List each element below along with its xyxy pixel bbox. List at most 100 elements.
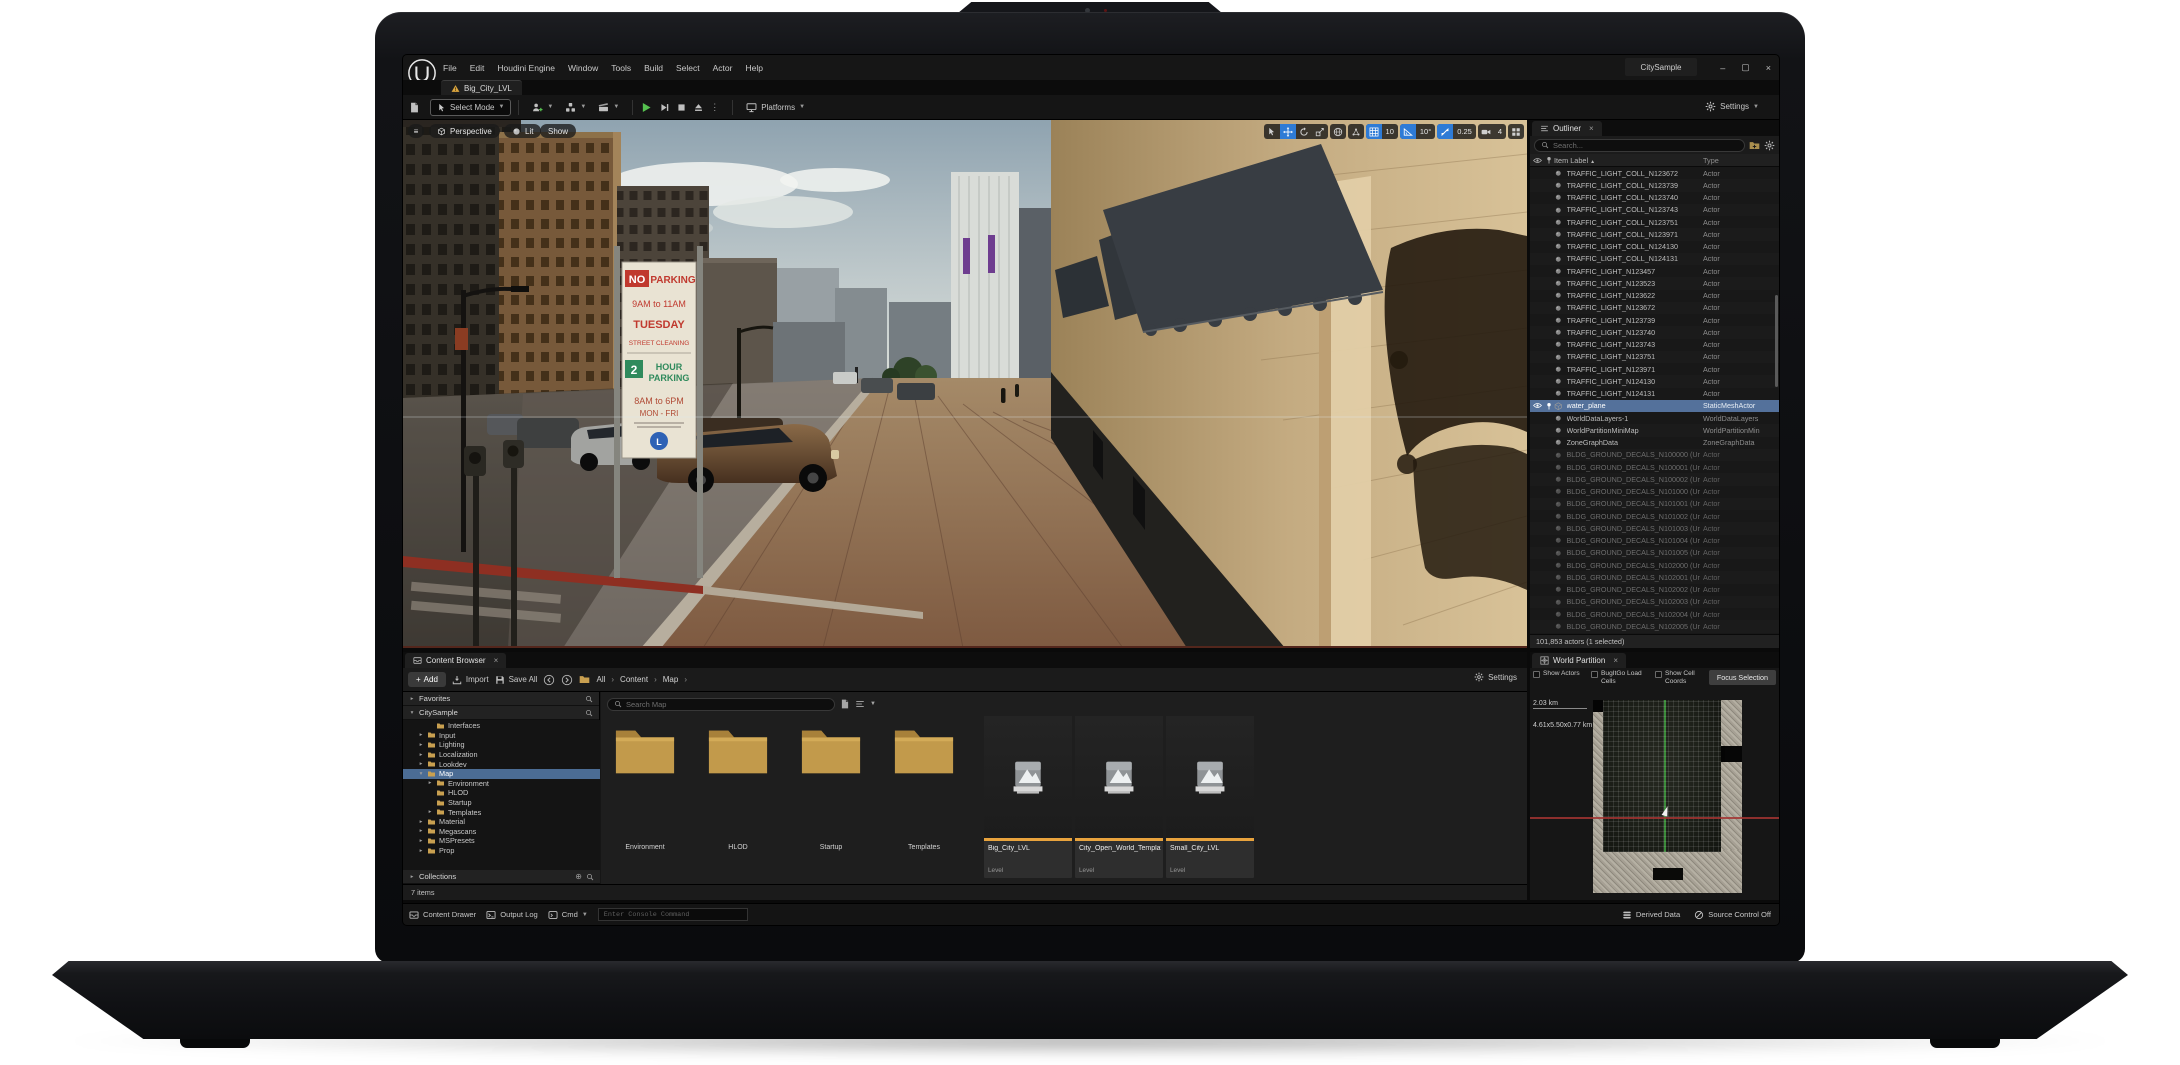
checkbox-show-cell-coords[interactable]: Show Cell Coords xyxy=(1655,670,1717,685)
camera-speed-button[interactable] xyxy=(1478,124,1494,139)
outliner-row-bldg-ground-decals-n101004-ur[interactable]: BLDG_GROUND_DECALS_N101004 (Ur Actor xyxy=(1530,535,1779,547)
tree-item-prop[interactable]: ▸ Prop xyxy=(403,846,600,856)
outliner-row-bldg-ground-decals-n102001-ur[interactable]: BLDG_GROUND_DECALS_N102001 (Ur Actor xyxy=(1530,571,1779,584)
outliner-row-traffic-light-coll-n123739[interactable]: TRAFFIC_LIGHT_COLL_N123739 Actor xyxy=(1530,179,1779,192)
menu-tools[interactable]: Tools xyxy=(611,63,631,73)
grid-snap-value[interactable]: 10 xyxy=(1382,127,1398,136)
tree-item-lighting[interactable]: ▸ Lighting xyxy=(403,740,600,750)
outliner-search-input[interactable]: Search... xyxy=(1534,138,1745,152)
outliner-row-worldpartitionminimap[interactable]: WorldPartitionMiniMap WorldPartitionMin xyxy=(1530,424,1779,437)
derived-data-button[interactable]: Derived Data xyxy=(1622,910,1680,920)
surface-snap-toggle[interactable] xyxy=(1348,124,1364,139)
menu-select[interactable]: Select xyxy=(676,63,700,73)
menu-build[interactable]: Build xyxy=(644,63,663,73)
close-icon[interactable]: × xyxy=(494,656,499,665)
expand-arrow-icon[interactable]: ▸ xyxy=(418,819,424,825)
tree-item-hlod[interactable]: HLOD xyxy=(403,788,600,798)
outliner-row-traffic-light-n124131[interactable]: TRAFFIC_LIGHT_N124131 Actor xyxy=(1530,388,1779,400)
outliner-row-traffic-light-n123739[interactable]: TRAFFIC_LIGHT_N123739 Actor xyxy=(1530,314,1779,326)
outliner-row-traffic-light-coll-n124130[interactable]: TRAFFIC_LIGHT_COLL_N124130 Actor xyxy=(1530,241,1779,253)
menu-help[interactable]: Help xyxy=(745,63,762,73)
cmd-dropdown[interactable]: Cmd ▼ xyxy=(548,910,588,920)
menu-actor[interactable]: Actor xyxy=(713,63,733,73)
viewport-layout-button[interactable] xyxy=(1508,124,1524,139)
eye-icon[interactable] xyxy=(1533,156,1542,165)
add-collection-icon[interactable]: ⊕ xyxy=(575,872,582,881)
outliner-row-traffic-light-n124130[interactable]: TRAFFIC_LIGHT_N124130 Actor xyxy=(1530,375,1779,388)
scale-snap-toggle[interactable] xyxy=(1437,124,1454,139)
outliner-row-traffic-light-coll-n124131[interactable]: TRAFFIC_LIGHT_COLL_N124131 Actor xyxy=(1530,252,1779,265)
outliner-row-worlddatalayers-1[interactable]: WorldDataLayers-1 WorldDataLayers xyxy=(1530,412,1779,424)
move-tool[interactable] xyxy=(1279,124,1296,139)
expand-arrow-icon[interactable]: ▸ xyxy=(418,742,424,748)
stop-button[interactable] xyxy=(676,102,687,113)
add-button[interactable]: + Add xyxy=(408,672,446,687)
outliner-row-bldg-ground-decals-n100001-ur[interactable]: BLDG_GROUND_DECALS_N100001 (Ur Actor xyxy=(1530,461,1779,473)
breadcrumb-map[interactable]: Map xyxy=(663,675,679,684)
outliner-row-bldg-ground-decals-n100000-ur[interactable]: BLDG_GROUND_DECALS_N100000 (Ur Actor xyxy=(1530,448,1779,461)
outliner-row-traffic-light-n123740[interactable]: TRAFFIC_LIGHT_N123740 Actor xyxy=(1530,326,1779,339)
tree-item-input[interactable]: ▸ Input xyxy=(403,731,600,741)
tree-item-mspresets[interactable]: ▸ MSPresets xyxy=(403,836,600,846)
console-command-input[interactable]: Enter Console Command xyxy=(597,908,748,921)
close-icon[interactable]: × xyxy=(1613,656,1618,665)
outliner-row-zonegraphdata[interactable]: ZoneGraphData ZoneGraphData xyxy=(1530,437,1779,449)
search-icon[interactable] xyxy=(586,873,594,881)
outliner-row-bldg-ground-decals-n102003-ur[interactable]: BLDG_GROUND_DECALS_N102003 (Ur Actor xyxy=(1530,595,1779,608)
minimize-icon[interactable]: – xyxy=(1720,63,1725,73)
save-search-icon[interactable] xyxy=(840,699,850,709)
outliner-row-bldg-ground-decals-n100002-ur[interactable]: BLDG_GROUND_DECALS_N100002 (Ur Actor xyxy=(1530,473,1779,486)
outliner-row-traffic-light-n123672[interactable]: TRAFFIC_LIGHT_N123672 Actor xyxy=(1530,301,1779,314)
outliner-row-traffic-light-coll-n123740[interactable]: TRAFFIC_LIGHT_COLL_N123740 Actor xyxy=(1530,192,1779,204)
outliner-row-bldg-ground-decals-n101005-ur[interactable]: BLDG_GROUND_DECALS_N101005 (Ur Actor xyxy=(1530,546,1779,559)
viewport-options-menu[interactable]: ≡ xyxy=(408,124,424,138)
outliner-row-traffic-light-n123743[interactable]: TRAFFIC_LIGHT_N123743 Actor xyxy=(1530,339,1779,351)
folder-tile-hlod[interactable]: HLOD xyxy=(699,716,777,878)
world-space-toggle[interactable] xyxy=(1330,124,1346,139)
outliner-row-water-plane[interactable]: water_plane StaticMeshActor xyxy=(1530,399,1779,412)
play-options-kebab-icon[interactable]: ⋮ xyxy=(710,102,719,113)
perspective-dropdown[interactable]: Perspective xyxy=(429,124,500,138)
tree-item-interfaces[interactable]: Interfaces xyxy=(403,721,600,731)
column-type[interactable]: Type xyxy=(1703,156,1779,165)
new-folder-icon[interactable] xyxy=(1749,140,1760,151)
cinematics-dropdown[interactable]: ▼ xyxy=(592,99,625,116)
eject-button[interactable] xyxy=(693,102,704,113)
level-viewport[interactable]: NO PARKING 9AM to 11AM TUESDAY STREET CL… xyxy=(403,120,1527,648)
tree-item-templates[interactable]: ▸ Templates xyxy=(403,807,600,817)
tree-item-map[interactable]: ▾ Map xyxy=(403,768,600,779)
tree-item-startup[interactable]: Startup xyxy=(403,798,600,808)
asset-city-open-world-template[interactable]: City_Open_World_Template Level xyxy=(1075,716,1163,878)
expand-arrow-icon[interactable]: ▸ xyxy=(418,732,424,738)
tree-item-environment[interactable]: ▸ Environment xyxy=(403,779,600,789)
asset-small-city-lvl[interactable]: Small_City_LVL Level xyxy=(1166,716,1254,878)
maximize-icon[interactable]: ▢ xyxy=(1741,62,1750,73)
show-dropdown[interactable]: Show xyxy=(540,124,577,138)
save-all-button[interactable]: Save All xyxy=(495,675,537,685)
settings-dropdown[interactable]: Settings ▼ xyxy=(1699,98,1765,115)
rotate-tool[interactable] xyxy=(1296,124,1312,139)
menu-window[interactable]: Window xyxy=(568,63,598,73)
content-drawer-button[interactable]: Content Drawer xyxy=(409,910,476,920)
play-button[interactable] xyxy=(640,101,653,114)
collections-header[interactable]: ▸ Collections ⊕ xyxy=(403,870,600,884)
outliner-scrollbar[interactable] xyxy=(1775,295,1778,387)
breadcrumb-content[interactable]: Content xyxy=(620,675,648,684)
focus-selection-button[interactable]: Focus Selection xyxy=(1708,670,1776,685)
folder-tile-environment[interactable]: Environment xyxy=(606,716,684,878)
outliner-row-bldg-ground-decals-n102002-ur[interactable]: BLDG_GROUND_DECALS_N102002 (Ur Actor xyxy=(1530,584,1779,596)
outliner-row-traffic-light-coll-n123751[interactable]: TRAFFIC_LIGHT_COLL_N123751 Actor xyxy=(1530,216,1779,228)
camera-speed-value[interactable]: 4 xyxy=(1494,127,1506,136)
outliner-settings-icon[interactable] xyxy=(1764,140,1775,151)
rotation-snap-toggle[interactable] xyxy=(1399,124,1416,139)
asset-search-input[interactable]: Search Map xyxy=(607,697,835,711)
checkbox-show-actors[interactable]: Show Actors xyxy=(1533,670,1591,678)
source-control-button[interactable]: Source Control Off xyxy=(1694,910,1771,920)
outliner-row-bldg-ground-decals-n101001-ur[interactable]: BLDG_GROUND_DECALS_N101001 (Ur Actor xyxy=(1530,497,1779,510)
breadcrumb-all[interactable]: All xyxy=(596,675,605,684)
menu-houdini-engine[interactable]: Houdini Engine xyxy=(497,63,555,73)
outliner-row-traffic-light-n123751[interactable]: TRAFFIC_LIGHT_N123751 Actor xyxy=(1530,350,1779,363)
outliner-row-traffic-light-n123523[interactable]: TRAFFIC_LIGHT_N123523 Actor xyxy=(1530,277,1779,290)
eye-icon[interactable] xyxy=(1533,401,1542,410)
outliner-row-bldg-ground-decals-n101003-ur[interactable]: BLDG_GROUND_DECALS_N101003 (Ur Actor xyxy=(1530,522,1779,535)
